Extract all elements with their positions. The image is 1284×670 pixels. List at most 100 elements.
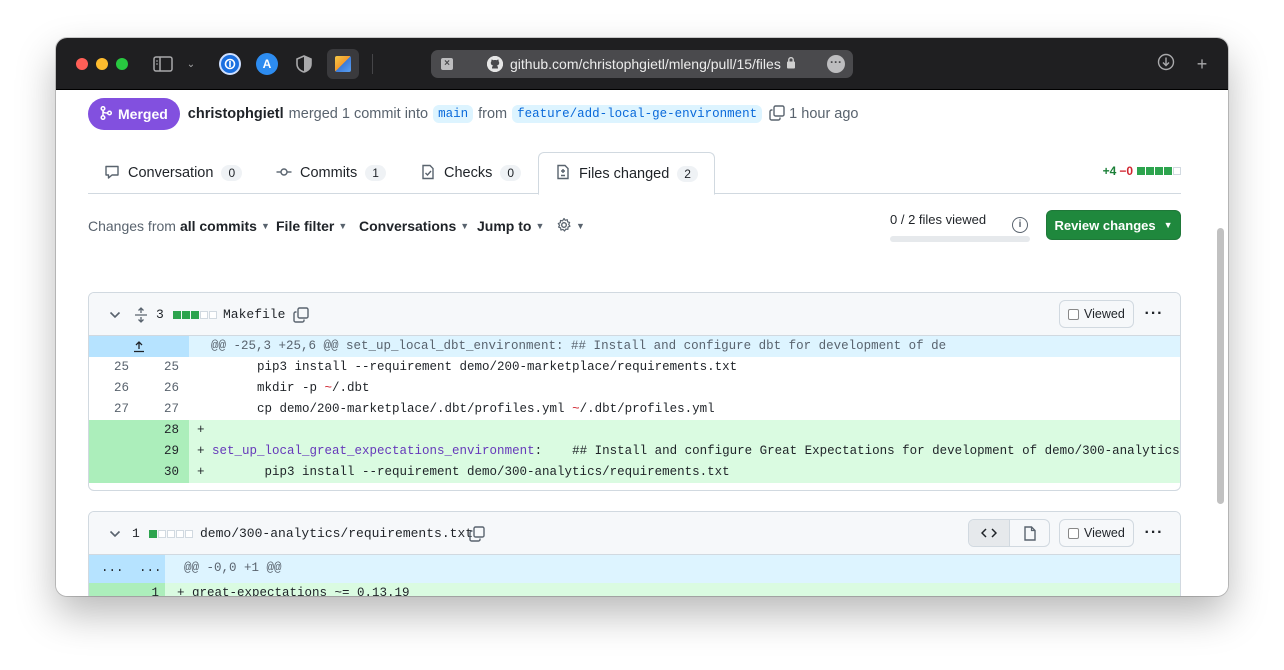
tab-checks-label: Checks [444, 165, 493, 181]
url-text[interactable]: github.com/christophgietl/mleng/pull/15/… [510, 56, 781, 72]
code-line: + set_up_local_great_expectations_enviro… [197, 441, 1180, 462]
new-line-number[interactable]: 30 [139, 462, 179, 483]
copy-icon[interactable] [769, 104, 785, 124]
review-changes-label: Review changes [1054, 217, 1156, 233]
conversations-dropdown[interactable]: Conversations ▼ [359, 210, 469, 242]
tab-commits[interactable]: Commits 1 [276, 152, 386, 194]
scrollbar[interactable] [1217, 228, 1224, 504]
browser-window: ⌄ A × github.com/christophgietl/mleng/pu… [56, 38, 1228, 596]
checklist-icon [420, 164, 436, 183]
caret-down-icon: ▼ [576, 221, 585, 231]
changes-from-value: all commits [179, 218, 257, 234]
old-line-number[interactable] [89, 583, 117, 596]
head-branch-link[interactable]: feature/add-local-ge-environment [512, 105, 763, 123]
expand-old-dots[interactable]: ... [101, 561, 124, 575]
file-name[interactable]: demo/300-analytics/requirements.txt [200, 512, 473, 555]
tab-files-changed-label: Files changed [579, 165, 670, 182]
tab-checks[interactable]: Checks 0 [420, 152, 522, 194]
shield-extension-icon[interactable] [293, 53, 315, 75]
a-extension-icon[interactable]: A [256, 53, 278, 75]
expand-new-dots[interactable]: ... [139, 561, 162, 575]
old-line-number[interactable] [89, 420, 129, 441]
old-line-number[interactable]: 25 [89, 357, 129, 378]
hunk-header-row: ... ... @@ -0,0 +1 @@ [89, 555, 1180, 583]
tab-files-changed[interactable]: Files changed 2 [538, 152, 715, 195]
sidebar-icon[interactable] [152, 53, 174, 75]
viewed-checkbox-button[interactable]: Viewed [1059, 519, 1134, 547]
collapse-chevron-icon[interactable] [109, 293, 121, 336]
diff-toolbar: Changes from all commits ▼ File filter ▼… [88, 210, 1181, 242]
code-line: + great-expectations ~= 0.13.19 [177, 586, 410, 596]
new-line-number[interactable]: 29 [139, 441, 179, 462]
old-line-number[interactable] [89, 462, 129, 483]
deletions-count: −0 [1119, 164, 1133, 178]
copy-icon[interactable] [469, 512, 485, 555]
rich-view-icon[interactable] [1009, 520, 1049, 546]
new-tab-icon[interactable]: + [1191, 53, 1213, 75]
file-header: 1 demo/300-analytics/requirements.txt Vi… [89, 512, 1180, 555]
changes-from-dropdown[interactable]: Changes from all commits ▼ [88, 210, 270, 242]
info-icon[interactable]: i [1012, 217, 1028, 233]
hunk-header-row: @@ -25,3 +25,6 @@ set_up_local_dbt_envir… [89, 336, 1180, 357]
tab-files-changed-count: 2 [677, 165, 698, 182]
code-segment: ~ [572, 402, 580, 416]
new-line-number[interactable]: 1 [125, 583, 159, 596]
comment-icon [104, 164, 120, 183]
new-line-number[interactable]: 28 [139, 420, 179, 441]
checkbox[interactable] [1068, 308, 1079, 320]
merged-label: Merged [118, 106, 168, 122]
address-bar[interactable]: × github.com/christophgietl/mleng/pull/1… [431, 50, 853, 78]
new-line-number[interactable]: 25 [139, 357, 179, 378]
file-filter-dropdown[interactable]: File filter ▼ [276, 210, 347, 242]
code-line: mkdir -p ~/.dbt [197, 378, 370, 399]
file-diff-requirements: 1 demo/300-analytics/requirements.txt Vi… [88, 511, 1181, 596]
toolbar-divider [372, 54, 373, 74]
new-line-number[interactable]: 27 [139, 399, 179, 420]
diffstat-bar [1137, 167, 1181, 175]
review-changes-button[interactable]: Review changes ▼ [1046, 210, 1181, 240]
pr-time: 1 hour ago [789, 106, 859, 122]
kebab-menu-icon[interactable]: ··· [1140, 300, 1168, 328]
new-line-number[interactable]: 26 [139, 378, 179, 399]
expand-up-gutter[interactable] [89, 336, 189, 357]
old-line-number[interactable]: 26 [89, 378, 129, 399]
pr-from-text: from [478, 106, 508, 122]
file-name[interactable]: Makefile [223, 293, 285, 336]
code-line: pip3 install --requirement demo/200-mark… [197, 360, 738, 374]
caret-down-icon: ▼ [460, 221, 470, 231]
github-favicon-icon [487, 56, 503, 72]
checkbox[interactable] [1068, 527, 1079, 539]
collapse-chevron-icon[interactable] [109, 512, 121, 555]
code-view-icon[interactable] [969, 520, 1009, 546]
pr-author-link[interactable]: christophgietl [188, 106, 284, 122]
tab-conversation[interactable]: Conversation 0 [104, 152, 243, 194]
kebab-menu-icon[interactable]: ··· [1140, 519, 1168, 547]
tab-commits-label: Commits [300, 165, 358, 181]
diff-line-added: 29 + set_up_local_great_expectations_env… [89, 441, 1180, 462]
minimize-window-button[interactable] [96, 58, 108, 70]
diff-line-added: 1 + great-expectations ~= 0.13.19 [89, 583, 1180, 596]
notes-extension-icon[interactable] [327, 49, 359, 79]
viewed-label: Viewed [1084, 526, 1125, 540]
diffstat: +4 −0 [1103, 164, 1181, 178]
password-manager-extension-icon[interactable] [219, 53, 241, 75]
old-line-number[interactable] [89, 441, 129, 462]
diff-settings-dropdown[interactable]: ▼ [556, 210, 585, 242]
close-window-button[interactable] [76, 58, 88, 70]
more-options-icon[interactable]: ··· [827, 55, 845, 73]
expand-gutter[interactable]: ... ... [89, 555, 165, 583]
downloads-icon[interactable] [1155, 53, 1177, 75]
close-tab-icon[interactable]: × [441, 58, 453, 70]
expand-all-icon[interactable] [134, 293, 148, 336]
zoom-window-button[interactable] [116, 58, 128, 70]
viewed-label: Viewed [1084, 307, 1125, 321]
chevron-down-icon[interactable]: ⌄ [180, 53, 202, 75]
caret-down-icon: ▼ [1163, 220, 1173, 230]
copy-icon[interactable] [293, 293, 309, 336]
old-line-number[interactable]: 27 [89, 399, 129, 420]
file-change-count: 3 [156, 307, 164, 322]
code-line: + [197, 423, 205, 437]
jump-to-dropdown[interactable]: Jump to ▼ [477, 210, 544, 242]
viewed-checkbox-button[interactable]: Viewed [1059, 300, 1134, 328]
base-branch-link[interactable]: main [433, 105, 474, 123]
